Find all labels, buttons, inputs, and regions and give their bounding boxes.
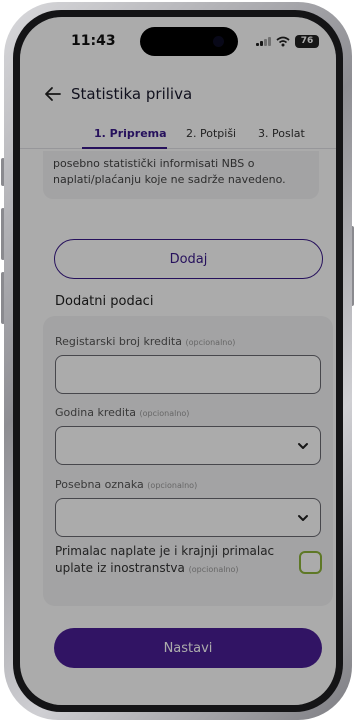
status-icons: 76 [256,34,319,48]
status-time: 11:43 [71,33,116,49]
final-recipient-checkbox[interactable] [299,551,322,574]
section-title: Dodatni podaci [55,294,154,309]
phone-bezel: 11:43 76 Statistika priliva 1. Priprema … [13,10,343,712]
loan-year-select[interactable] [55,426,321,465]
stepper-tabs: 1. Priprema 2. Potpiši 3. Poslat [20,121,336,149]
optional-hint: (opcionalno) [147,481,198,490]
wifi-icon [276,36,290,46]
chevron-down-icon [298,515,308,521]
camera-icon [213,36,224,47]
registration-label: Registarski broj kredita (opcionalno) [55,335,236,348]
special-mark-label: Posebna oznaka (opcionalno) [55,478,198,491]
battery-level: 76 [300,36,314,46]
page-title: Statistika priliva [71,85,193,103]
optional-hint: (opcionalno) [188,565,239,574]
continue-button[interactable]: Nastavi [54,628,322,668]
loan-year-label: Godina kredita (opcionalno) [55,406,190,419]
info-card: posebno statistički informisati NBS o na… [43,151,319,199]
special-mark-select[interactable] [55,498,321,537]
battery-icon: 76 [295,34,319,48]
optional-hint: (opcionalno) [139,409,190,418]
active-tab-indicator [82,147,167,149]
add-button[interactable]: Dodaj [54,239,323,279]
dynamic-island [140,27,238,56]
info-text-line-1: posebno statistički informisati NBS o [53,157,255,170]
signal-icon [256,36,271,46]
registration-field[interactable] [55,355,321,394]
tab-potpisi[interactable]: 2. Potpiši [186,127,236,140]
info-text-line-2: naplati/plaćanju koje ne sadrže navedeno… [53,173,286,186]
final-recipient-label: Primalac naplate je i krajnji primalac u… [55,544,275,575]
optional-hint: (opcionalno) [185,338,236,347]
chevron-down-icon [298,443,308,449]
tab-poslat[interactable]: 3. Poslat [258,127,305,140]
additional-data-card: Registarski broj kredita (opcionalno) Go… [43,316,333,606]
tab-priprema[interactable]: 1. Priprema [94,127,167,140]
phone-frame: 11:43 76 Statistika priliva 1. Priprema … [4,2,352,720]
registration-input[interactable] [56,356,320,393]
tabs-divider [20,148,336,149]
phone-screen: 11:43 76 Statistika priliva 1. Priprema … [20,17,336,705]
back-arrow-icon[interactable] [43,84,63,104]
